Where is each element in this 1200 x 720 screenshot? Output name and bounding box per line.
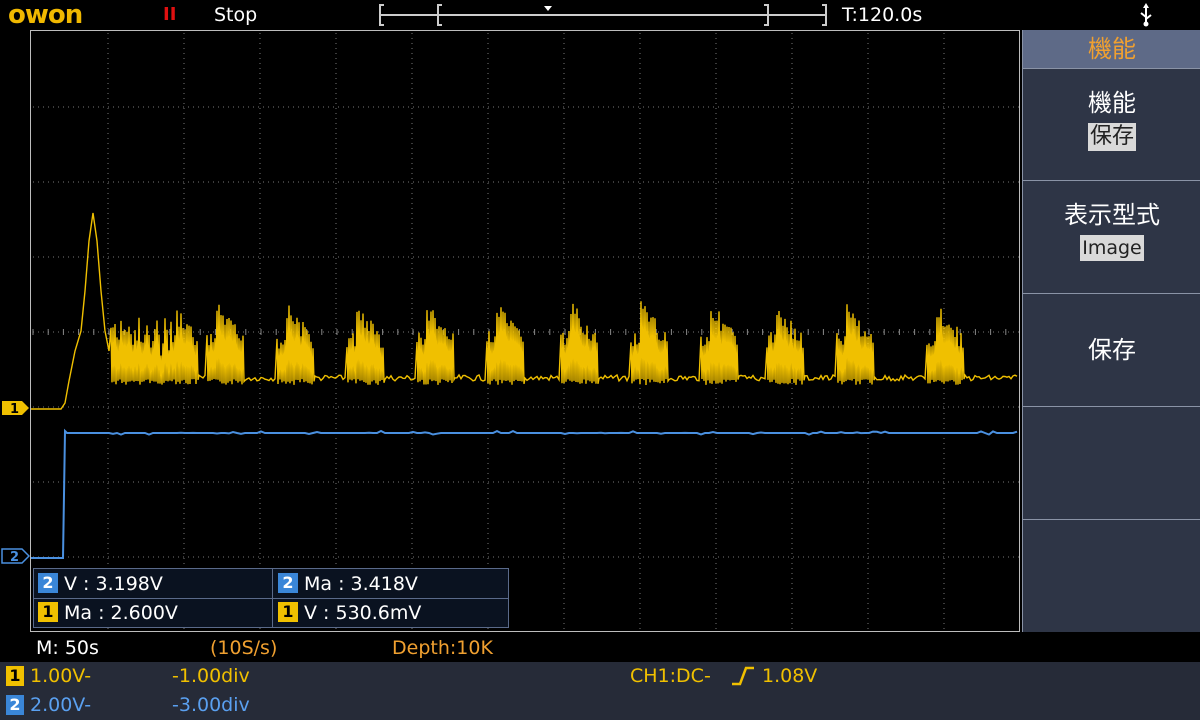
channel-1-marker-label: 1 (10, 402, 19, 416)
waveform-traces (31, 212, 1018, 559)
channel-2-scale[interactable]: 2.00V- (30, 693, 91, 717)
channel-2-marker-icon[interactable]: 2 (0, 548, 30, 564)
function-menu: 機能 機能 保存 表示型式 Image 保存 (1022, 30, 1200, 632)
brand-logo: owon (8, 0, 83, 30)
measurement-item: 2 V : 3.198V (38, 570, 163, 598)
measurement-value: Ma : 2.600V (64, 602, 178, 624)
channel-2-tag: 2 (6, 695, 24, 715)
sample-rate-label: (10S/s) (210, 637, 278, 659)
run-state-label: Stop (214, 4, 258, 26)
trigger-time-label: T:120.0s (842, 4, 923, 26)
channel-2-offset[interactable]: -3.00div (172, 693, 250, 717)
top-bar: owon II Stop T:120.0s (0, 0, 1200, 30)
channel-1-tag: 1 (38, 602, 58, 622)
menu-item-display-format[interactable]: 表示型式 Image (1023, 180, 1200, 293)
menu-item-save[interactable]: 保存 (1023, 293, 1200, 406)
measurement-item: 1 V : 530.6mV (278, 599, 421, 627)
menu-item-function[interactable]: 機能 保存 (1023, 68, 1200, 180)
status-row-top: M: 50s (10S/s) Depth:10K (0, 634, 1200, 662)
menu-title: 機能 (1023, 30, 1200, 68)
measurement-item: 1 Ma : 2.600V (38, 599, 178, 627)
channel-1-tag: 1 (278, 602, 298, 622)
trigger-source-label[interactable]: CH1:DC- (630, 664, 711, 688)
menu-item-label: 表示型式 (1064, 201, 1160, 229)
menu-item-value: 保存 (1087, 123, 1136, 151)
channel-2-tag: 2 (38, 573, 58, 593)
waveform-display[interactable] (30, 30, 1020, 632)
channel-1-trace (31, 212, 1018, 410)
measurement-panel: 2V : 3.198V 2 Ma : 3.418V 1 Ma : 2.600V 1V… (33, 568, 509, 628)
channel-2-tag: 2 (278, 573, 298, 593)
channel-1-offset[interactable]: -1.00div (172, 664, 250, 688)
measurement-value: V : 530.6mV (304, 602, 422, 624)
menu-item-label: 機能 (1088, 89, 1136, 117)
channel-1-tag: 1 (6, 666, 24, 686)
channel-2-trace (31, 428, 1018, 559)
trigger-level-label[interactable]: 1.08V (762, 664, 817, 688)
menu-item-label: 保存 (1088, 336, 1136, 364)
menu-item-empty[interactable] (1023, 519, 1200, 632)
timebase-label[interactable]: M: 50s (36, 634, 99, 662)
channel-1-marker-icon[interactable]: 1 (0, 400, 30, 416)
usb-icon (1140, 3, 1152, 27)
rising-edge-icon (732, 666, 754, 686)
menu-item-value: Image (1080, 235, 1144, 261)
memory-position-bar[interactable] (378, 2, 828, 28)
memory-depth-label[interactable]: Depth:10K (392, 634, 493, 662)
menu-item-empty[interactable] (1023, 406, 1200, 519)
measurement-value: V : 3.198V (64, 573, 163, 595)
channel-2-marker-label: 2 (10, 550, 19, 564)
measurement-value: Ma : 3.418V (304, 573, 418, 595)
status-row-bottom: 1 1.00V- -1.00div 2 2.00V- -3.00div CH1:… (0, 662, 1200, 720)
measurement-item: 2 Ma : 3.418V (278, 570, 418, 598)
channel-1-scale[interactable]: 1.00V- (30, 664, 91, 688)
pause-icon: II (163, 4, 177, 25)
